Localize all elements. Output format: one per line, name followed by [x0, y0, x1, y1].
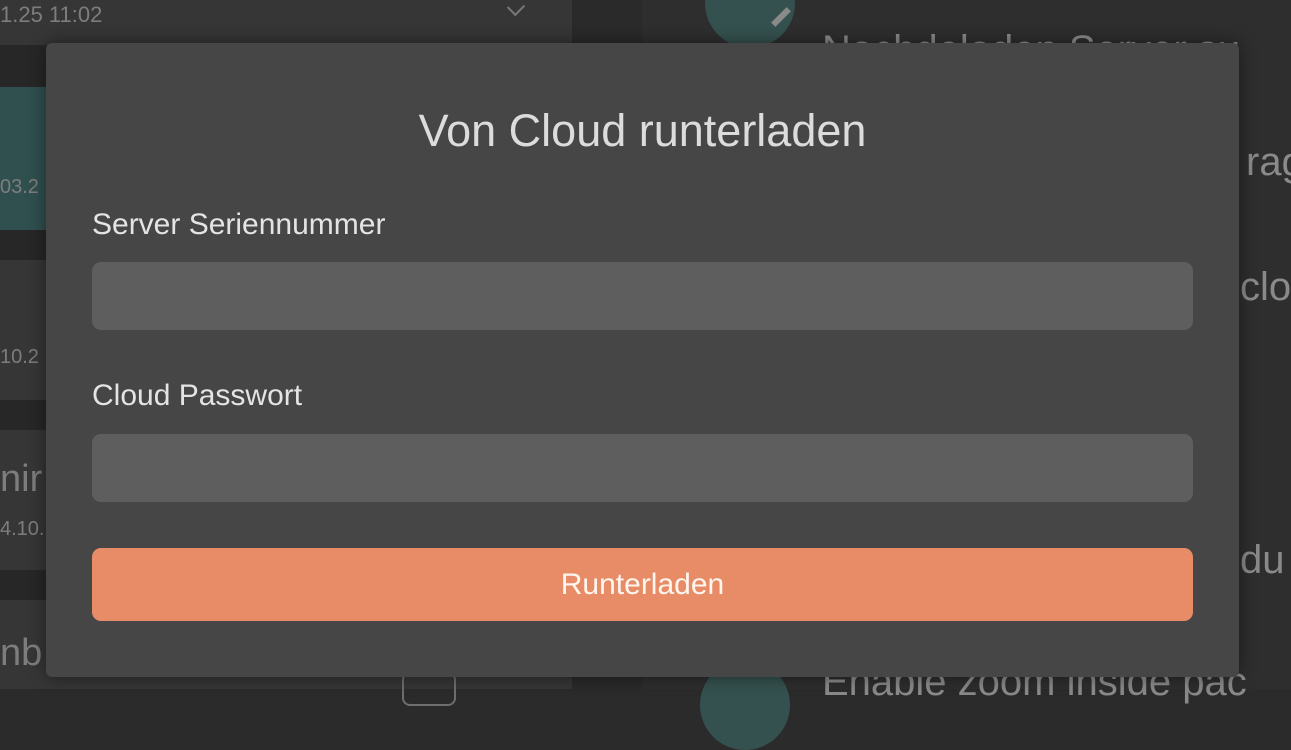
download-dialog: Von Cloud runterladen Server Seriennumme…: [46, 43, 1239, 677]
cloud-password-label: Cloud Passwort: [92, 379, 303, 412]
list-item-date: 03.2: [0, 176, 39, 198]
checkbox-icon: [402, 672, 456, 706]
setting-label: clo: [1240, 265, 1291, 309]
list-item-title: nb: [0, 632, 43, 674]
setting-label: du: [1240, 538, 1285, 582]
list-item-date: 4.10.: [0, 518, 45, 540]
download-button[interactable]: Runterladen: [92, 548, 1193, 621]
list-item-date: 10.2: [0, 346, 39, 368]
list-timestamp: 1.25 11:02: [0, 2, 103, 27]
dialog-title: Von Cloud runterladen: [418, 105, 867, 156]
setting-label: rag: [1246, 140, 1291, 184]
serial-number-input[interactable]: [92, 262, 1193, 330]
list-item-title: nir: [0, 458, 43, 500]
serial-number-label: Server Seriennummer: [92, 208, 386, 241]
cloud-password-input[interactable]: [92, 434, 1193, 502]
